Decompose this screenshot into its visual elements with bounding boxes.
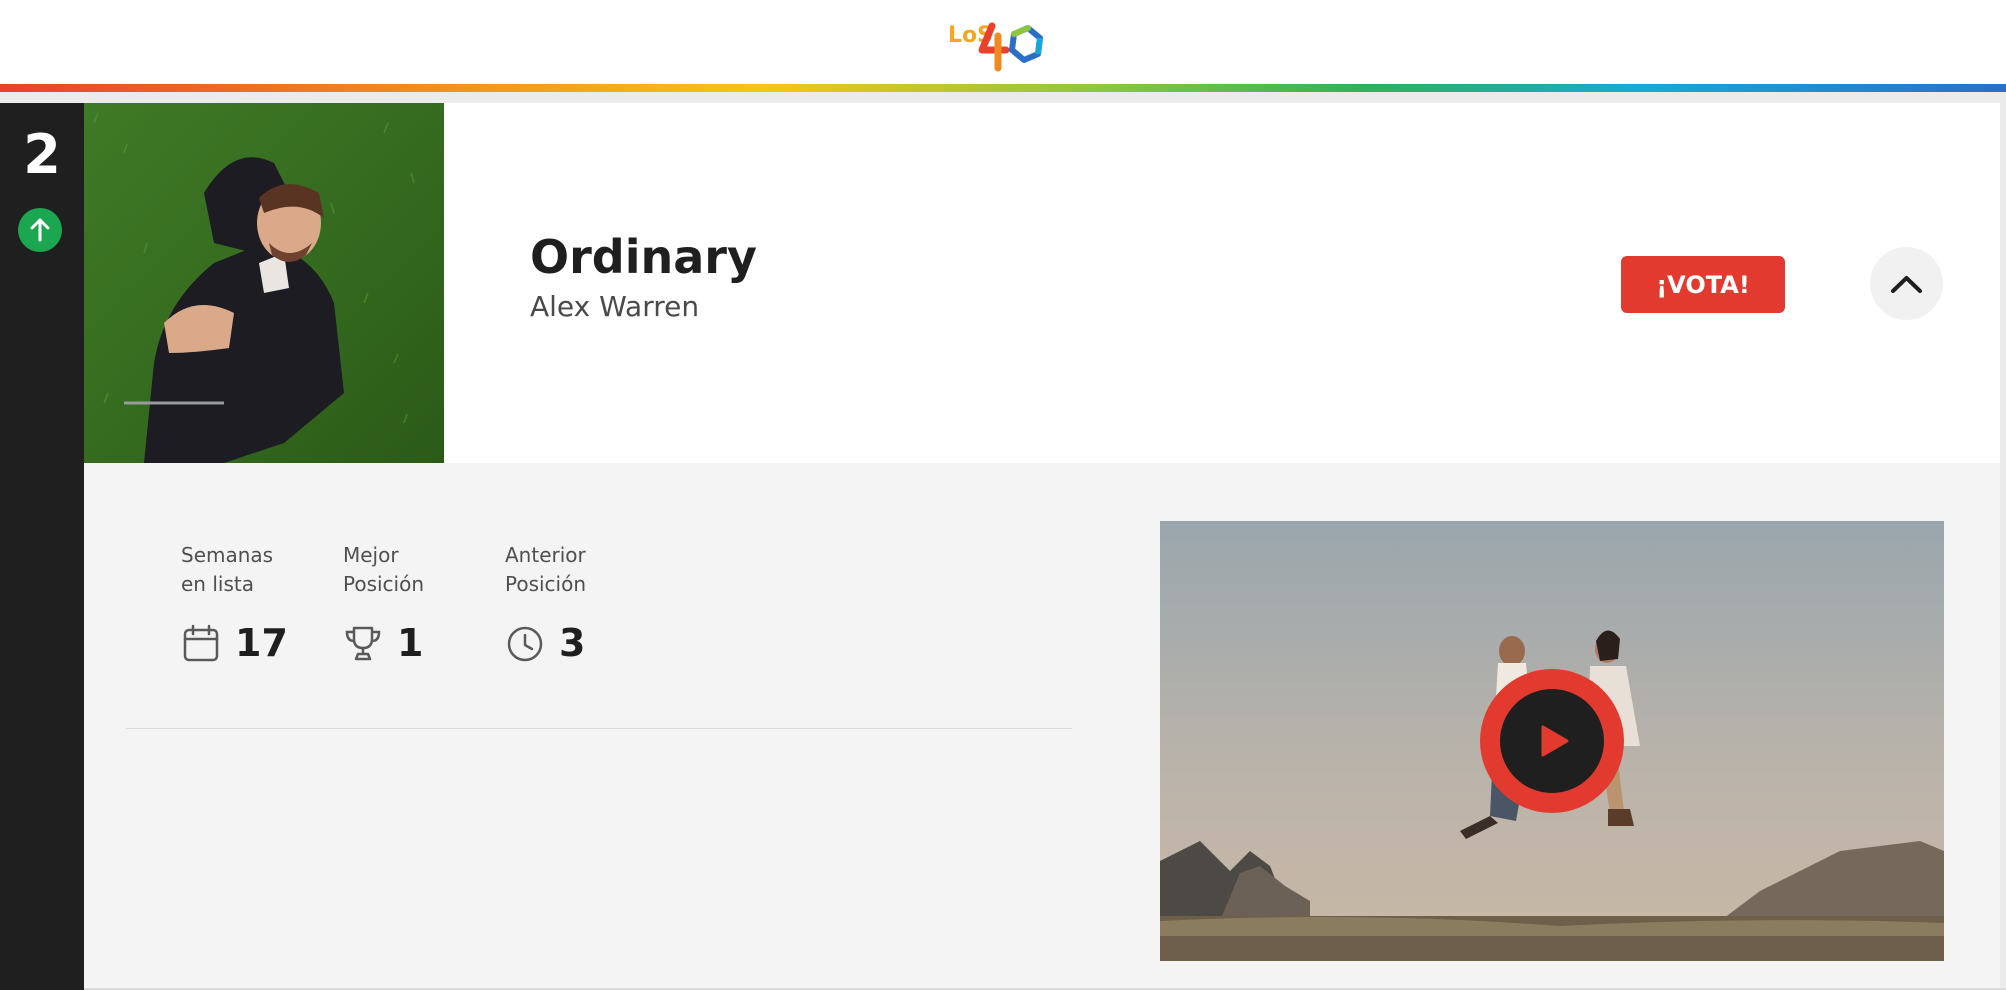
- album-cover: [84, 103, 444, 463]
- stats-divider: [126, 728, 1072, 729]
- artist-name[interactable]: Alex Warren: [530, 289, 699, 325]
- arrow-up-icon: [30, 218, 50, 242]
- vote-button[interactable]: ¡VOTA!: [1621, 256, 1785, 313]
- play-icon: [1541, 725, 1569, 757]
- entry-details-panel: Semanas en lista 17 Mejor Posición 1 Ant…: [84, 463, 2000, 990]
- stat-value: 1: [397, 621, 424, 665]
- trophy-icon: [345, 626, 381, 661]
- stat-best-position: Mejor Posición 1: [343, 541, 425, 665]
- play-button-inner: [1500, 689, 1604, 793]
- rank-column: 2: [0, 103, 84, 990]
- header-shadow: [0, 92, 2006, 103]
- los40-logo-mark: LoS: [948, 22, 1043, 72]
- stat-value: 17: [235, 621, 288, 665]
- rank-number: 2: [23, 123, 61, 186]
- rainbow-divider: [0, 84, 2006, 92]
- site-header: LoS: [0, 0, 2006, 84]
- stat-label: Semanas en lista: [181, 543, 274, 596]
- stat-previous-position: Anterior Posición 3: [505, 541, 587, 665]
- clock-icon: [507, 626, 543, 662]
- chart-entry-card: Ordinary Alex Warren ¡VOTA!: [84, 103, 2000, 463]
- stat-label: Anterior Posición: [505, 543, 587, 596]
- album-cover-image: [84, 103, 444, 463]
- stat-value: 3: [559, 621, 586, 665]
- collapse-button[interactable]: [1870, 247, 1943, 320]
- chevron-up-icon: [1891, 276, 1922, 293]
- trend-up-badge: [18, 208, 62, 252]
- play-button[interactable]: [1480, 669, 1624, 813]
- los40-logo[interactable]: LoS: [948, 12, 1050, 74]
- stat-weeks-on-chart: Semanas en lista 17: [181, 541, 288, 665]
- song-title[interactable]: Ordinary: [530, 229, 757, 285]
- video-player[interactable]: [1160, 521, 1944, 961]
- stat-label: Mejor Posición: [343, 543, 425, 596]
- page-edge: [2000, 103, 2006, 990]
- calendar-icon: [183, 624, 219, 662]
